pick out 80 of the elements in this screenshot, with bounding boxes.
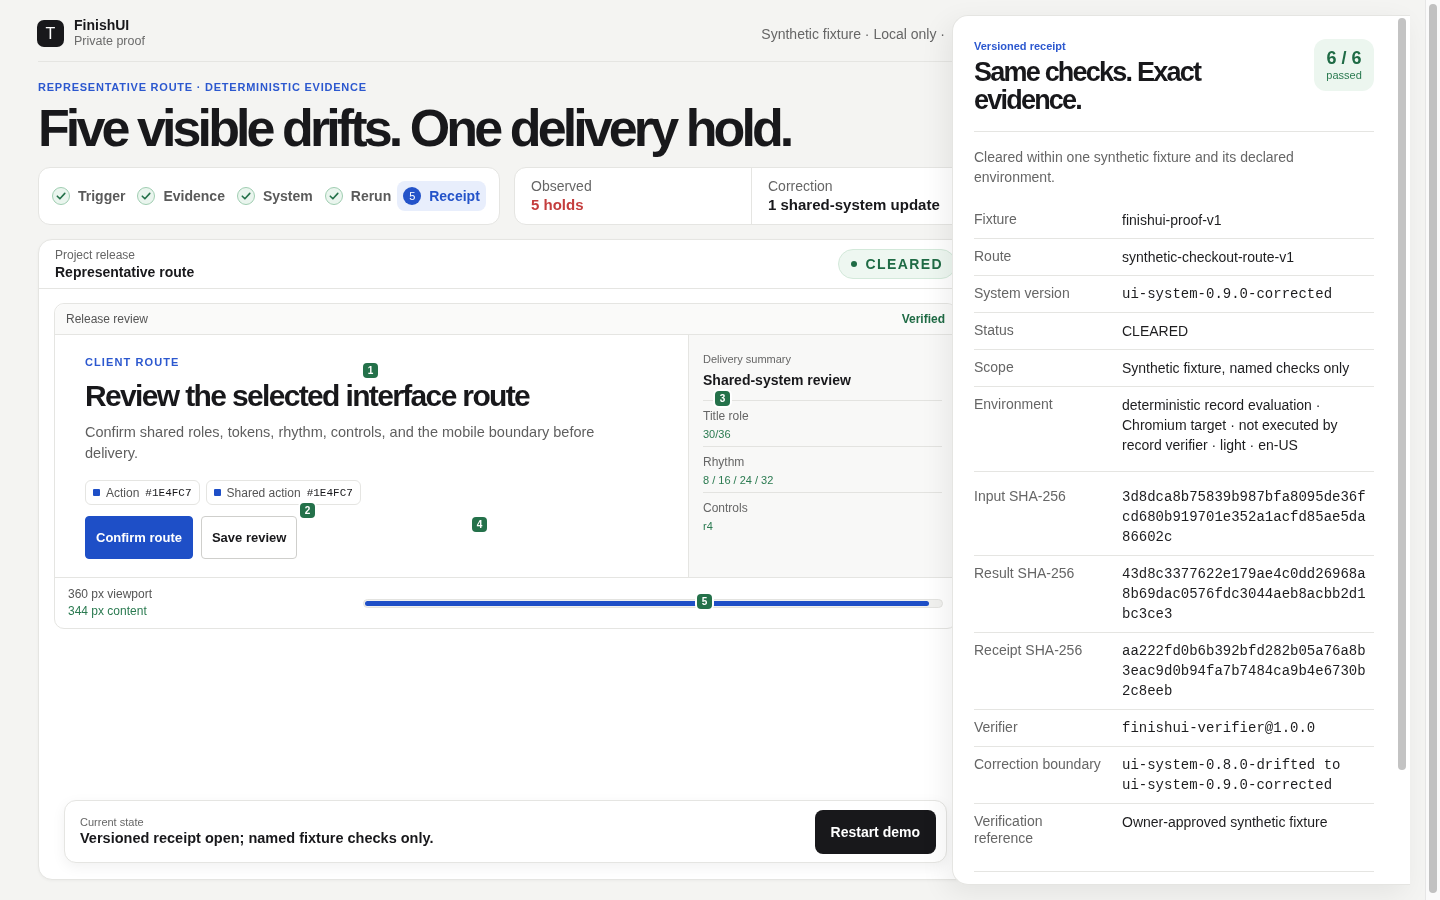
annotation-marker: 2	[300, 503, 315, 518]
metric-value: r4	[703, 519, 713, 534]
token-label: Shared action	[226, 485, 301, 500]
receipt-title: Same checks. Exact evidence.	[974, 58, 1202, 114]
receipt-eyebrow: Versioned receipt	[974, 39, 1066, 53]
app-name: FinishUI	[74, 18, 131, 33]
project-label: Project release	[55, 247, 136, 263]
detail-label: Status	[974, 321, 1015, 339]
detail-value: Synthetic fixture, named checks only	[1122, 359, 1351, 378]
detail-value: 43d8c3377622e179ae4c0dd26968a8b69dac0576fdc3044aeb8acbb2d1bc3ce3	[1122, 565, 1367, 624]
token-value: #1E4FC7	[145, 486, 192, 499]
annotation-marker: 1	[363, 363, 378, 378]
annotation-marker: 5	[697, 594, 712, 609]
annotation-marker: 3	[715, 391, 730, 406]
metric-value: 30/36	[703, 427, 731, 442]
detail-label: Environment	[974, 395, 1054, 413]
detail-value: CLEARED	[1122, 322, 1190, 341]
detail-value: finishui-verifier@1.0.0	[1122, 719, 1317, 738]
app-subtitle: Private proof	[74, 33, 145, 49]
metric-label: Rhythm	[703, 454, 745, 470]
token-label: Action	[106, 485, 140, 500]
token-value: #1E4FC7	[306, 486, 353, 499]
annotation-marker: 4	[472, 517, 487, 532]
detail-label: System version	[974, 284, 1071, 302]
detail-value: finishui-proof-v1	[1122, 211, 1223, 230]
app-logo: T	[37, 20, 64, 47]
step-tab[interactable]: Rerun	[318, 181, 398, 211]
step-tab[interactable]: Evidence	[131, 181, 231, 211]
metric-label: Controls	[703, 500, 748, 516]
scrollbar-thumb[interactable]	[1429, 4, 1437, 893]
review-status: Verified	[901, 312, 945, 326]
detail-value: ui-system-0.8.0-drifted to ui-system-0.9.0-corrected	[1122, 756, 1342, 795]
review-title: Release review	[66, 312, 149, 326]
detail-label: Correction boundary	[974, 755, 1102, 773]
restart-button[interactable]: Restart demo	[814, 809, 936, 854]
summary-title: Shared-system review	[703, 371, 851, 389]
step-tab[interactable]: 5 Receipt	[397, 181, 486, 211]
step-number: 5	[403, 187, 422, 205]
primary-button[interactable]: Confirm route	[85, 516, 193, 559]
section-eyebrow: REPRESENTATIVE ROUTE · DETERMINISTIC EVIDENCE	[38, 80, 367, 94]
scrollbar-track[interactable]	[1425, 0, 1440, 900]
score-label: passed	[1326, 68, 1362, 82]
metric-label: Title role	[703, 408, 749, 424]
detail-label: Input SHA-256	[974, 487, 1067, 505]
header-meta: Synthetic fixture · Local only ·	[761, 25, 945, 42]
detail-value: 3d8dca8b75839b987bfa8095de36fcd680b919701e352a1acfd85ae5da86602c	[1122, 488, 1367, 547]
project-name: Representative route	[55, 263, 195, 281]
secondary-button[interactable]: Save review	[200, 516, 298, 559]
detail-label: Verifier	[974, 718, 1019, 736]
content-width-label: 344 px content	[68, 603, 147, 620]
score-value: 6 / 6	[1326, 48, 1362, 68]
summary-label: Delivery summary	[703, 352, 791, 366]
state-text: Versioned receipt open; named fixture checks only.	[80, 829, 434, 848]
route-heading: Review the selected interface route	[85, 381, 530, 411]
step-tab[interactable]: System	[230, 181, 319, 211]
detail-value: aa222fd0b6b392bfd282b05a76a8b3eac9d0b94fa7b7484ca9b4e6730b2c8eeb	[1122, 642, 1367, 701]
detail-value: deterministic record evaluation · Chromium target · not executed by record verifier · light · en-US	[1122, 396, 1339, 455]
outcome-value: 5 holds	[531, 195, 584, 215]
detail-label: Fixture	[974, 210, 1018, 228]
detail-label: Result SHA-256	[974, 564, 1076, 582]
metric-value: 8 / 16 / 24 / 32	[703, 473, 774, 488]
scrollbar-thumb[interactable]	[1398, 18, 1407, 770]
step-tab[interactable]: Trigger	[46, 181, 132, 211]
outcome-value: 1 shared-system update	[768, 195, 940, 215]
detail-value: synthetic-checkout-route-v1	[1122, 248, 1295, 267]
detail-value: ui-system-0.9.0-corrected	[1122, 285, 1334, 304]
status-label: CLEARED	[865, 256, 943, 272]
detail-value: Owner-approved synthetic fixture	[1122, 813, 1329, 832]
receipt-description: Cleared within one synthetic fixture and its declared environment.	[974, 148, 1295, 187]
detail-label: Scope	[974, 358, 1015, 376]
detail-label: Route	[974, 247, 1013, 265]
detail-label: Receipt SHA-256	[974, 641, 1084, 659]
detail-label: Verification reference	[974, 812, 1044, 847]
viewport-label: 360 px viewport	[68, 586, 153, 603]
status-dot-icon	[850, 261, 857, 267]
route-description: Confirm shared roles, tokens, rhythm, controls, and the mobile boundary before delivery.	[85, 423, 596, 463]
outcome-label: Observed	[531, 177, 592, 195]
route-eyebrow: CLIENT ROUTE	[85, 355, 180, 369]
outcome-label: Correction	[768, 177, 833, 195]
state-label: Current state	[80, 815, 144, 829]
